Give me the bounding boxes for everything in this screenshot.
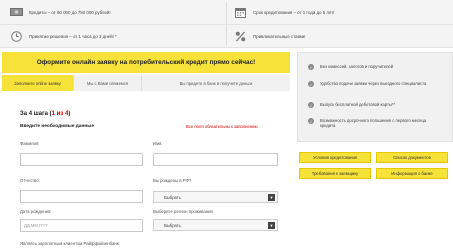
features-strip: Кредиты – от 50 000 до 750 000 рублей! С…	[0, 0, 453, 48]
conditions-button[interactable]: Условия кредитования	[299, 152, 371, 163]
firstname-input[interactable]	[153, 153, 278, 166]
patronymic-input[interactable]	[20, 190, 143, 203]
borrower-requirements-button[interactable]: Требования к заемщику	[299, 168, 371, 179]
step-fill-application: Заполните online заявку	[2, 75, 74, 91]
form-banner-title: Оформите онлайн заявку на потребительски…	[36, 59, 256, 66]
feature-rates: Привлекательные ставки!	[234, 27, 306, 45]
chevron-down-icon: ▼	[268, 194, 275, 201]
birthplace-select-value: Выбрать	[164, 194, 181, 200]
feature-credit-term: Срок кредитования – от 1 года до 5 лет!	[234, 3, 334, 21]
form-banner: Оформите онлайн заявку на потребительски…	[2, 52, 290, 73]
region-select-value: Выбрать	[164, 222, 181, 228]
feature-credit-amount: Кредиты – от 50 000 до 750 000 рублей!	[10, 3, 111, 21]
percent-icon	[234, 31, 247, 42]
banknote-icon	[10, 7, 23, 18]
birthdate-input[interactable]: ДД.ММ.ГГГГ	[20, 219, 143, 232]
step-counter: За 4 шага (1 из 4)	[20, 111, 71, 117]
step-get-money: Вы придете в банк и получите деньги	[142, 75, 290, 91]
birthdate-label: Дата рождения:	[20, 209, 52, 214]
feature-credit-term-text: Срок кредитования – от 1 года до 5 лет!	[253, 9, 335, 15]
feature-decision-time: Принятие решения – от 1 часа до 3 дней! …	[10, 27, 117, 45]
lastname-input[interactable]	[20, 153, 143, 166]
feature-decision-time-text: Принятие решения – от 1 часа до 3 дней! …	[29, 33, 117, 39]
patronymic-label: Отчество:	[20, 178, 40, 183]
chevron-down-icon: ▼	[268, 222, 275, 229]
region-label: Выберите регион проживания	[153, 209, 213, 214]
benefits-panel: ✓ Без комиссий, залогов и поручителей ✓ …	[297, 52, 453, 142]
region-select[interactable]: Выбрать ▼	[153, 219, 278, 231]
application-form-panel: Оформите онлайн заявку на потребительски…	[2, 52, 290, 252]
birthdate-placeholder: ДД.ММ.ГГГГ	[24, 223, 49, 228]
checkmark-icon: ✓	[308, 102, 314, 108]
documents-button[interactable]: Список документов	[376, 152, 448, 163]
firstname-label: Имя:	[153, 141, 163, 146]
benefit-item: ✓ Удобство подачи заявки через выездного…	[308, 81, 427, 87]
calendar-icon	[234, 7, 247, 18]
checkmark-icon: ✓	[308, 64, 314, 70]
form-title: Введите необходимые данные	[20, 124, 95, 129]
lastname-label: Фамилия:	[20, 141, 40, 146]
required-note: Все поля обязательны к заполнению	[186, 124, 258, 129]
features-divider	[0, 24, 453, 25]
feature-rates-text: Привлекательные ставки!	[253, 33, 306, 39]
benefit-item: ✓ Возможность досрочного погашения с пер…	[308, 118, 427, 129]
checkmark-icon: ✓	[308, 118, 314, 124]
birthplace-label: Вы рождены в РФ?	[153, 178, 192, 183]
feature-credit-amount-text: Кредиты – от 50 000 до 750 000 рублей!	[29, 9, 111, 15]
birthplace-select[interactable]: Выбрать ▼	[153, 191, 278, 203]
cardholder-label: Являясь зарплатным клиентом Райффайзенба…	[20, 241, 119, 246]
benefit-item: ✓ Выпуск бесплатной дебетовой карты**	[308, 102, 396, 108]
benefit-item: ✓ Без комиссий, залогов и поручителей	[308, 64, 394, 70]
step-we-contact: Мы с Вами свяжемся	[74, 75, 142, 91]
progress-steps: Заполните online заявку Мы с Вами свяжем…	[2, 75, 290, 91]
checkmark-icon: ✓	[308, 81, 314, 87]
bank-info-button[interactable]: Информация о банке	[376, 168, 448, 179]
clock-icon	[10, 30, 23, 42]
